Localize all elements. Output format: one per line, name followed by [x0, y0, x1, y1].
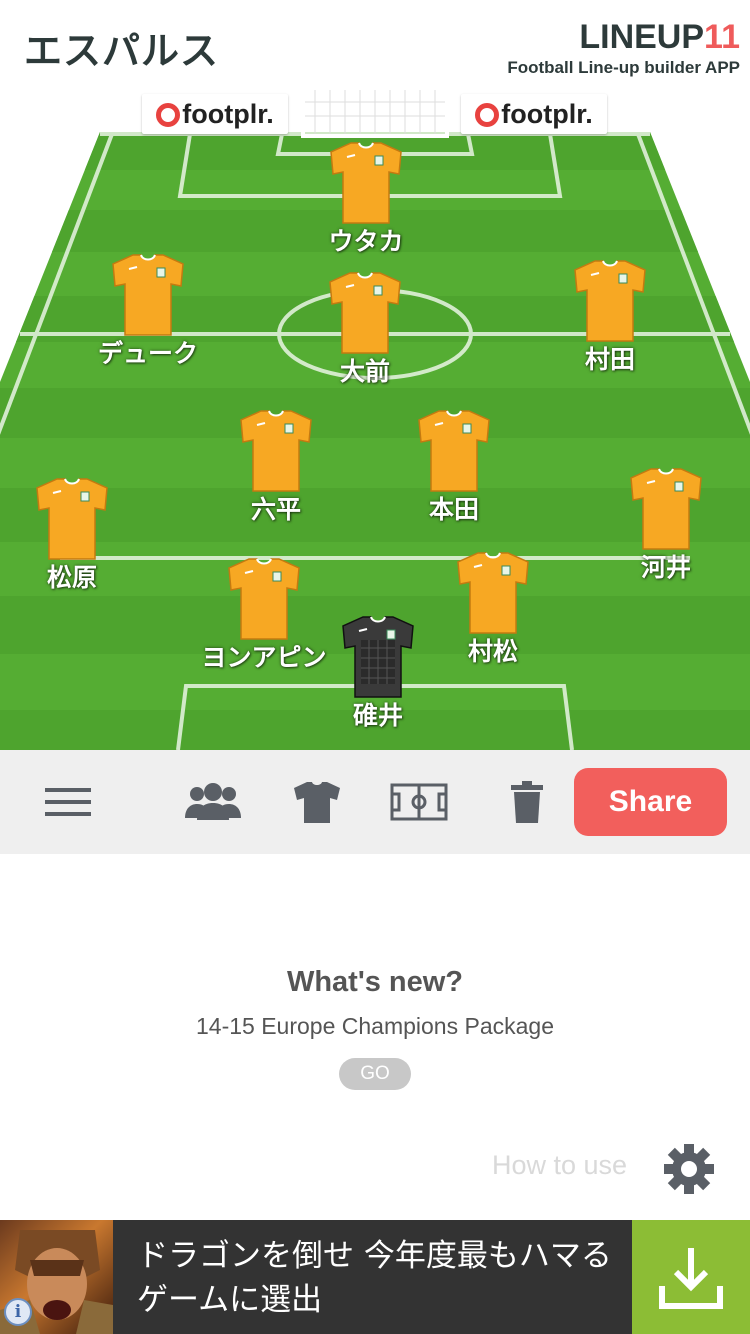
- player-name: 村田: [584, 345, 635, 374]
- whats-new-title: What's new?: [286, 966, 464, 998]
- shirt-icon: [240, 410, 312, 492]
- toolbar: Share: [0, 750, 750, 854]
- footplr-logo-icon: [156, 103, 181, 127]
- share-button[interactable]: Share: [574, 768, 727, 836]
- shirt-icon: [457, 552, 529, 634]
- player-name: デューク: [97, 339, 198, 368]
- shirt-icon: [330, 142, 402, 224]
- player-token[interactable]: ウタカ: [291, 140, 441, 258]
- player-token[interactable]: 本田: [379, 408, 529, 526]
- players-button[interactable]: [180, 750, 246, 854]
- player-name: 松原: [46, 563, 97, 592]
- player-token[interactable]: 河井: [591, 466, 741, 584]
- shirt-icon: [418, 410, 490, 492]
- player-name: 本田: [428, 495, 479, 524]
- sponsor-banner-right[interactable]: footplr.: [461, 94, 607, 134]
- player-token[interactable]: 村田: [535, 258, 685, 376]
- ad-download-button[interactable]: [632, 1220, 750, 1334]
- player-token[interactable]: 碓井: [303, 614, 453, 732]
- trash-icon: [511, 781, 543, 823]
- field-button[interactable]: [388, 750, 450, 854]
- player-token[interactable]: 六平: [201, 408, 351, 526]
- app-logo: LINEUP11 Football Line-up builder APP: [507, 20, 740, 78]
- shirt-icon: [112, 254, 184, 336]
- player-name: 大前: [339, 357, 390, 386]
- delete-button[interactable]: [506, 750, 548, 854]
- shirt-button[interactable]: [290, 750, 344, 854]
- gear-icon: [664, 1144, 714, 1194]
- whats-new-subtitle: 14-15 Europe Champions Package: [195, 1013, 554, 1039]
- logo-number: 11: [704, 18, 740, 56]
- shirt-icon: [574, 260, 646, 342]
- menu-icon: [45, 788, 91, 816]
- shirt-icon: [329, 272, 401, 354]
- footplr-logo-icon: [475, 103, 500, 127]
- player-name: 河井: [640, 553, 691, 582]
- player-token[interactable]: 大前: [290, 270, 440, 388]
- how-to-use-link[interactable]: How to use: [492, 1150, 627, 1181]
- field-icon: [390, 783, 448, 821]
- sponsor-banner-left[interactable]: footplr.: [142, 94, 288, 134]
- logo-text: LINEUP: [579, 18, 705, 56]
- ad-banner[interactable]: ドラゴンを倒せ 今年度最もハマるゲームに選出: [0, 1220, 750, 1334]
- player-token[interactable]: デューク: [73, 252, 223, 370]
- whats-new-section: What's new? 14-15 Europe Champions Packa…: [0, 966, 750, 1090]
- go-button[interactable]: GO: [339, 1058, 411, 1090]
- player-token[interactable]: 松原: [0, 476, 147, 594]
- shirt-icon: [294, 782, 340, 823]
- settings-button[interactable]: [662, 1142, 716, 1200]
- download-icon: [659, 1248, 723, 1309]
- shirt-icon: [228, 558, 300, 640]
- players-icon: [185, 783, 241, 820]
- ad-text[interactable]: ドラゴンを倒せ 今年度最もハマるゲームに選出: [137, 1234, 617, 1322]
- shirt-icon: [36, 478, 108, 560]
- player-name: ウタカ: [328, 227, 404, 256]
- info-icon[interactable]: i: [4, 1298, 32, 1326]
- shirt-icon: [342, 616, 414, 698]
- menu-button[interactable]: [36, 750, 100, 854]
- team-name[interactable]: エスパルス: [24, 20, 219, 75]
- player-name: 碓井: [352, 701, 403, 730]
- logo-subtitle: Football Line-up builder APP: [507, 58, 740, 77]
- player-name: 六平: [250, 495, 301, 524]
- shirt-icon: [630, 468, 702, 550]
- app-header: エスパルス LINEUP11 Football Line-up builder …: [0, 0, 750, 82]
